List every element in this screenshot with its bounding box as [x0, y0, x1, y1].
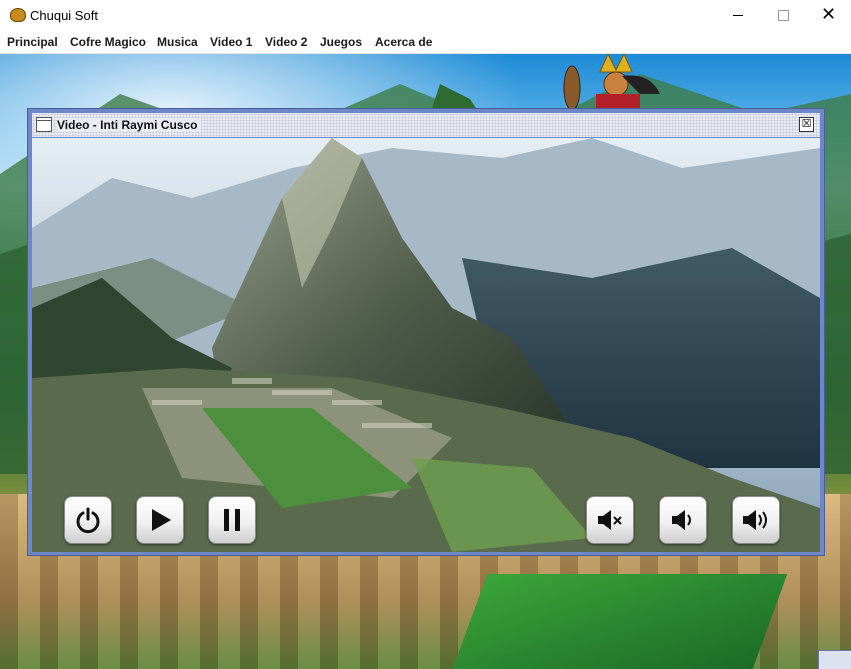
play-icon [152, 509, 171, 531]
volume-low-icon [672, 510, 691, 530]
minimize-icon [733, 15, 743, 16]
maximize-button[interactable] [760, 0, 806, 31]
power-icon [76, 507, 100, 534]
minimize-button[interactable] [715, 0, 761, 31]
window-titlebar: Chuqui Soft ✕ [0, 0, 851, 32]
video-internal-frame: Video - Inti Raymi Cusco ☒ [27, 108, 825, 556]
menu-item-principal[interactable]: Principal [7, 35, 58, 49]
close-icon: ✕ [821, 4, 837, 24]
machu-picchu-video-frame [32, 138, 820, 552]
play-button[interactable] [136, 496, 184, 544]
maximize-icon [778, 10, 789, 21]
inca-warrior-icon [563, 54, 660, 108]
frame-window-icon [36, 117, 52, 132]
volume-high-icon [743, 510, 767, 530]
menu-item-video-1[interactable]: Video 1 [210, 35, 252, 49]
menu-item-juegos[interactable]: Juegos [320, 35, 362, 49]
app-logo-icon [10, 8, 26, 22]
pause-button[interactable] [208, 496, 256, 544]
terrace-grass [452, 574, 788, 669]
mute-button[interactable] [586, 496, 634, 544]
power-button[interactable] [64, 496, 112, 544]
window-title: Chuqui Soft [30, 8, 98, 23]
minimized-window-icon[interactable] [818, 650, 851, 669]
close-button[interactable]: ✕ [805, 0, 851, 31]
volume-mute-icon [598, 510, 622, 530]
video-frame-title: Video - Inti Raymi Cusco [57, 118, 202, 132]
video-display [32, 138, 820, 552]
frame-close-button[interactable]: ☒ [799, 117, 814, 132]
menu-item-musica[interactable]: Musica [157, 35, 198, 49]
pause-icon [224, 509, 240, 531]
menu-bar: Principal Cofre Magico Musica Video 1 Vi… [0, 31, 851, 54]
menu-item-cofre-magico[interactable]: Cofre Magico [70, 35, 146, 49]
volume-up-button[interactable] [732, 496, 780, 544]
volume-down-button[interactable] [659, 496, 707, 544]
video-frame-titlebar[interactable]: Video - Inti Raymi Cusco ☒ [32, 113, 820, 137]
menu-item-video-2[interactable]: Video 2 [265, 35, 307, 49]
menu-item-acerca-de[interactable]: Acerca de [375, 35, 432, 49]
